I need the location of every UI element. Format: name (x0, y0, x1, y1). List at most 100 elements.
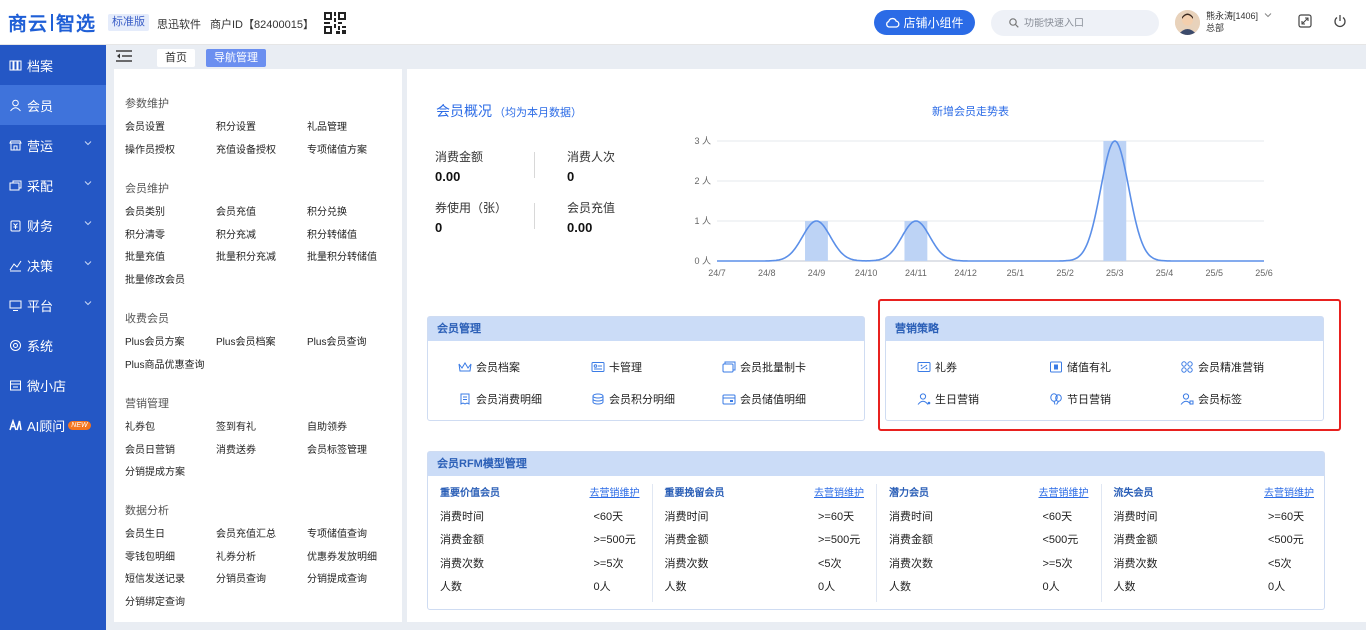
archive-icon (9, 60, 22, 70)
function-link[interactable]: 充值设备授权 (216, 141, 307, 164)
member-points-detail-link[interactable]: 会员积分明细 (591, 391, 675, 407)
function-link[interactable]: 专项储值方案 (307, 141, 403, 164)
function-link[interactable]: 积分转储值 (307, 226, 403, 249)
shop-icon (10, 380, 21, 390)
link-label: 会员消费明细 (476, 394, 542, 406)
function-link[interactable]: 会员充值 (216, 203, 307, 226)
stat-value: 0 (435, 220, 443, 235)
tabs-bar: 首页 导航管理 (106, 45, 1366, 69)
function-link[interactable]: 会员类别 (125, 203, 216, 226)
sidebar-item-micro-shop[interactable]: 微小店 (0, 365, 106, 405)
function-link[interactable]: 专项储值查询 (307, 525, 403, 548)
rfm-column-name: 重要挽留会员 (664, 488, 725, 499)
shop-widget-button[interactable]: 店铺小组件 (874, 10, 975, 35)
avatar[interactable] (1175, 10, 1200, 35)
stat-label: 券使用（张） (435, 201, 508, 215)
function-link[interactable]: 积分充减 (216, 226, 307, 249)
qr-code-icon[interactable] (324, 12, 346, 34)
function-link[interactable]: 会员标签管理 (307, 441, 403, 464)
function-link[interactable]: 操作员授权 (125, 141, 216, 164)
sidebar-item-ai-advisor[interactable]: AI顾问 NEW (0, 405, 106, 445)
function-link[interactable]: 签到有礼 (216, 418, 307, 441)
member-archive-link[interactable]: 会员档案 (458, 359, 520, 375)
user-info[interactable]: 熊永涛[1406] 总部 (1206, 10, 1258, 34)
stat-member-recharge: 会员充值 0.00 (567, 199, 615, 235)
function-link[interactable]: 礼券包 (125, 418, 216, 441)
function-link[interactable]: 分销提成查询 (307, 570, 403, 593)
batch-card-link[interactable]: 会员批量制卡 (722, 359, 806, 375)
function-link[interactable]: 礼品管理 (307, 118, 403, 141)
function-link[interactable]: 积分兑换 (307, 203, 403, 226)
member-consume-detail-link[interactable]: 会员消费明细 (458, 391, 542, 407)
function-link[interactable]: 批量积分转储值 (307, 248, 403, 271)
function-link[interactable]: 消费送券 (216, 441, 307, 464)
rfm-row: 消费次数 >=5次 (440, 555, 640, 579)
chart-x-tick-label: 24/11 (905, 268, 927, 278)
member-stored-value-detail-link[interactable]: 会员储值明细 (722, 391, 806, 407)
sidebar-item-finance[interactable]: 财务 (0, 205, 106, 245)
sidebar-item-system[interactable]: 系统 (0, 325, 106, 365)
rfm-row-label: 人数 (1113, 581, 1136, 594)
sidebar-item-platform[interactable]: 平台 (0, 285, 106, 325)
function-link[interactable]: Plus会员方案 (125, 333, 216, 356)
menu-collapse-icon[interactable] (115, 49, 133, 63)
brand-name-left: 商云 (8, 13, 49, 35)
power-icon[interactable] (1333, 14, 1347, 28)
edition-badge: 标准版 (108, 14, 149, 31)
function-link[interactable]: 积分清零 (125, 226, 216, 249)
function-link[interactable]: 分销绑定查询 (125, 593, 216, 616)
function-link[interactable]: 分销提成方案 (125, 463, 216, 486)
marketing-maintain-link[interactable]: 去营销维护 (1039, 484, 1089, 508)
rfm-header: 潜力会员 去营销维护 (889, 484, 1089, 508)
link-label: 会员档案 (476, 362, 520, 374)
function-link[interactable]: 会员日营销 (125, 441, 216, 464)
function-link[interactable]: 会员设置 (125, 118, 216, 141)
chevron-down-icon (84, 141, 92, 146)
chart-x-tick-label: 24/12 (954, 268, 977, 278)
function-link[interactable]: 零钱包明细 (125, 548, 216, 571)
shop-widget-label: 店铺小组件 (903, 16, 964, 30)
sidebar-item-operation[interactable]: 营运 (0, 125, 106, 165)
rfm-row-label: 消费时间 (440, 510, 484, 523)
wallet-icon (722, 394, 736, 405)
function-link[interactable]: 礼券分析 (216, 548, 307, 571)
function-link[interactable]: 会员充值汇总 (216, 525, 307, 548)
chart-x-tick-label: 24/10 (855, 268, 878, 278)
tab-home[interactable]: 首页 (157, 49, 195, 67)
search-input[interactable] (1024, 17, 1144, 29)
sidebar-item-decision[interactable]: 决策 (0, 245, 106, 285)
function-link[interactable]: 批量修改会员 (125, 271, 216, 294)
brand-logo[interactable]: 商云 智选 (8, 10, 96, 35)
search-box[interactable] (991, 10, 1159, 36)
sidebar-item-purchase[interactable]: 采配 (0, 165, 106, 205)
tab-navigation-management[interactable]: 导航管理 (206, 49, 266, 67)
function-link[interactable]: Plus会员查询 (307, 333, 403, 356)
rfm-value: 0人 (1042, 581, 1060, 594)
fullscreen-icon[interactable] (1298, 14, 1312, 28)
function-link[interactable]: 批量积分充减 (216, 248, 307, 271)
function-link[interactable]: Plus商品优惠查询 (125, 356, 216, 379)
marketing-maintain-link[interactable]: 去营销维护 (1264, 484, 1314, 508)
rfm-value: >=5次 (1042, 557, 1073, 570)
function-link[interactable]: 批量充值 (125, 248, 216, 271)
marketing-maintain-link[interactable]: 去营销维护 (590, 484, 640, 508)
rfm-row: 消费次数 <5次 (665, 555, 865, 579)
function-link[interactable]: 优惠券发放明细 (307, 548, 403, 571)
sidebar-item-archive[interactable]: 档案 (0, 45, 106, 85)
chart-x-tick-label: 25/1 (1007, 268, 1025, 278)
function-link[interactable]: 积分设置 (216, 118, 307, 141)
rfm-row: 人数 0人 (665, 578, 865, 602)
rfm-row-label: 人数 (440, 581, 462, 594)
marketing-maintain-link[interactable]: 去营销维护 (814, 484, 864, 508)
function-link[interactable]: 会员生日 (125, 525, 216, 548)
card-management-link[interactable]: 卡管理 (591, 359, 642, 375)
rfm-row-label: 消费时间 (1113, 510, 1158, 523)
rfm-row-label: 消费金额 (889, 534, 933, 547)
stat-label: 消费金额 (435, 150, 484, 164)
function-link[interactable]: 短信发送记录 (125, 570, 216, 593)
function-link[interactable]: Plus会员档案 (216, 333, 307, 356)
function-link[interactable]: 自助领券 (307, 418, 403, 441)
chevron-down-icon[interactable] (1264, 12, 1272, 18)
function-link[interactable]: 分销员查询 (216, 570, 307, 593)
sidebar-item-member[interactable]: 会员 (0, 85, 106, 125)
